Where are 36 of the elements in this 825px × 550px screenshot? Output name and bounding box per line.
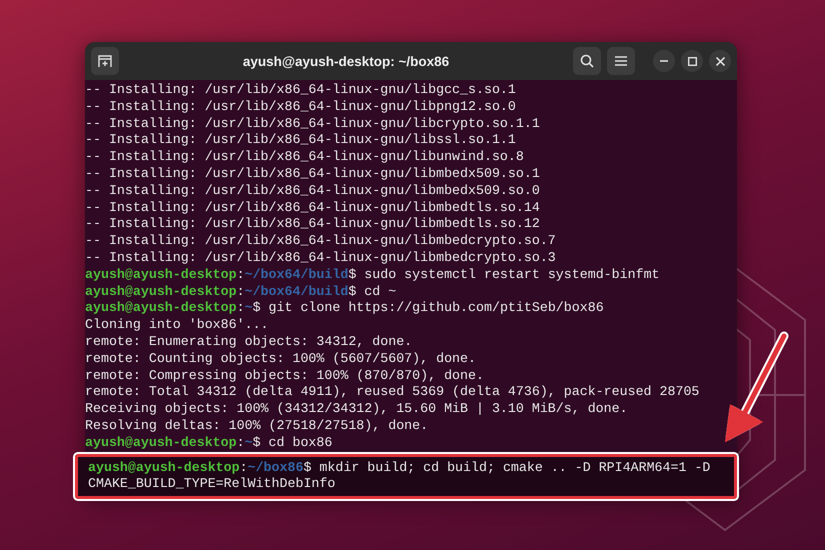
terminal-output-line: -- Installing: /usr/lib/x86_64-linux-gnu/libssl.so.1.1 <box>85 132 517 150</box>
terminal-command-line: ayush@ayush-desktop:~/box86$ mkdir build; cd build; cmake .. -D RPI4ARM64=1 -D CMAKE_BUILD_TYPE=RelWithDebInfo <box>88 460 712 494</box>
terminal-output-line: remote: Compressing objects: 100% (870/870), done. <box>85 368 485 384</box>
terminal-output-line: -- Installing: /usr/lib/x86_64-linux-gnu/libmbedtls.so.12 <box>85 216 541 234</box>
terminal-output-line: -- Installing: /usr/lib/x86_64-linux-gnu/libmbedx509.so.0 <box>85 182 541 200</box>
close-icon <box>716 56 724 66</box>
terminal-command-line: ayush@ayush-desktop:~$ cd box86 <box>85 434 334 452</box>
new-tab-button[interactable] <box>91 47 119 75</box>
terminal-output-line: -- Installing: /usr/lib/x86_64-linux-gnu/libmbedtls.so.14 <box>85 200 541 216</box>
terminal-output-line: -- Installing: /usr/lib/x86_64-linux-gnu/libmbedcrypto.so.3 <box>85 250 557 267</box>
terminal-output-line: -- Installing: /usr/lib/x86_64-linux-gnu/libcrypto.so.1.1 <box>85 116 541 132</box>
terminal-output-line: -- Installing: /usr/lib/x86_64-linux-gnu/libmbedx509.so.1 <box>85 166 541 183</box>
terminal-output-line: remote: Total 34312 (delta 4911), reused 5369 (delta 4736), pack-reused 28705 <box>85 384 700 402</box>
terminal-command-line: ayush@ayush-desktop:~$ git clone https://github.com/ptitSeb/box86 <box>85 300 605 318</box>
search-icon <box>580 54 594 68</box>
maximize-icon <box>688 56 696 66</box>
minimize-button[interactable] <box>653 50 675 72</box>
menu-icon <box>615 56 627 66</box>
terminal-command-line: ayush@ayush-desktop:~/box64/build$ cd ~ <box>85 284 398 300</box>
terminal-command-line: ayush@ayush-desktop:~/box64/build$ sudo systemctl restart systemd-binfmt <box>85 266 661 284</box>
terminal-output-line: remote: Enumerating objects: 34312, done. <box>85 334 414 351</box>
terminal-output-line: remote: Counting objects: 100% (5607/5607), done. <box>85 350 477 368</box>
terminal-output-line: Cloning into 'box86'... <box>85 317 270 334</box>
close-button[interactable] <box>709 50 731 72</box>
terminal-output-line: Receiving objects: 100% (34312/34312), 15.60 MiB | 3.10 MiB/s, done. <box>85 401 629 418</box>
terminal-output-line: -- Installing: /usr/lib/x86_64-linux-gnu/libgcc_s.so.1 <box>85 82 517 99</box>
window-title: ayush@ayush-desktop: ~/box86 <box>242 54 450 68</box>
menu-button[interactable] <box>607 47 635 75</box>
terminal-output-line: Resolving deltas: 100% (27518/27518), done. <box>85 418 430 435</box>
terminal-output-line: -- Installing: /usr/lib/x86_64-linux-gnu/libunwind.so.8 <box>85 149 525 166</box>
terminal-output-line: -- Installing: /usr/lib/x86_64-linux-gnu/libpng12.so.0 <box>85 98 517 116</box>
maximize-button[interactable] <box>681 50 703 72</box>
search-button[interactable] <box>573 47 601 75</box>
terminal-output-line: -- Installing: /usr/lib/x86_64-linux-gnu/libmbedcrypto.so.7 <box>85 233 557 250</box>
minimize-icon <box>660 60 668 62</box>
new-tab-icon <box>98 54 112 68</box>
